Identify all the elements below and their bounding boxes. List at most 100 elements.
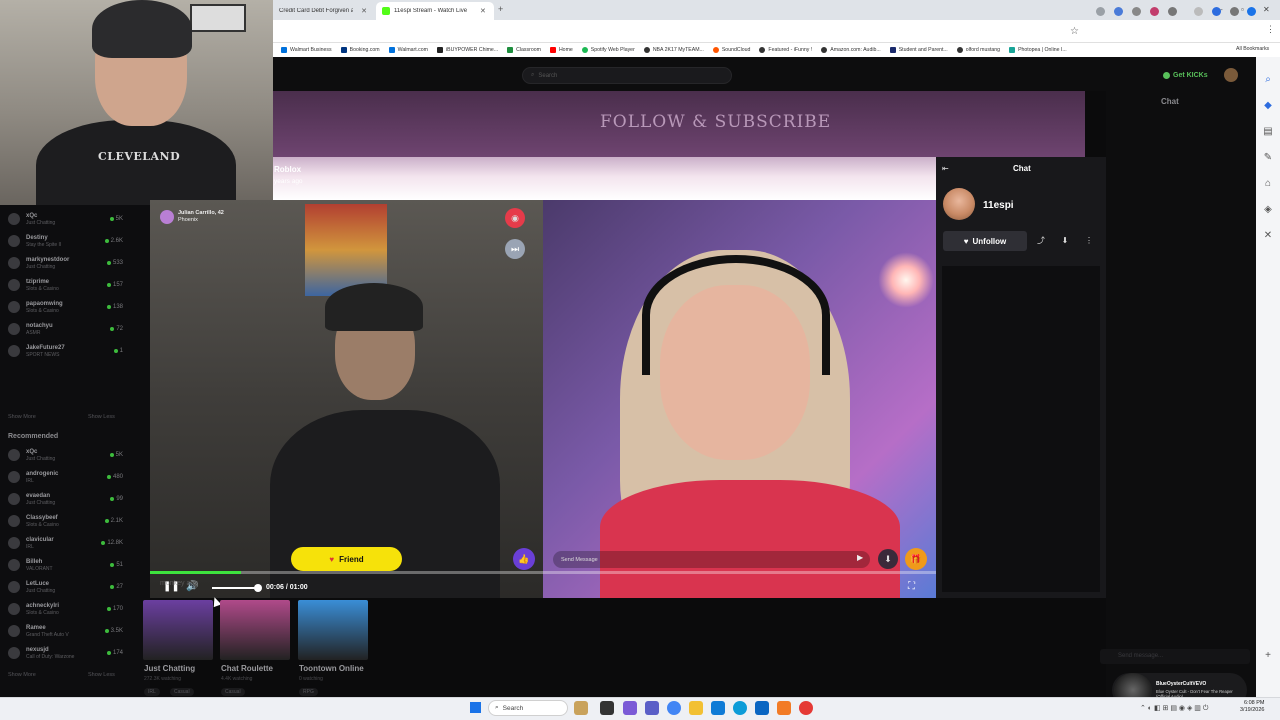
category-name[interactable]: Just Chatting [144, 664, 195, 673]
bookmark[interactable]: Featured - iFunny ! [759, 47, 812, 53]
chrome-icon[interactable] [667, 701, 681, 715]
extension-icon[interactable] [1132, 7, 1141, 16]
sidebar-channel[interactable]: xQc Just Chatting 5K [8, 444, 143, 466]
star-icon[interactable]: ☆ [1070, 26, 1079, 37]
task-view-icon[interactable] [600, 701, 614, 715]
sidebar-channel[interactable]: JakeFuture27 SPORT NEWS 1 [8, 340, 143, 362]
sidebar-toggle-icon[interactable] [1212, 7, 1221, 16]
thumbs-up-icon[interactable]: 👍 [513, 548, 535, 570]
clock[interactable]: 6:08 PM 3/19/2026 [1240, 700, 1264, 714]
sidebar-channel[interactable]: achneckylri Slots & Casino 170 [8, 598, 143, 620]
sidebar-channel[interactable]: evaedan Just Chatting 99 [8, 488, 143, 510]
app-icon[interactable] [799, 701, 813, 715]
sidebar-channel[interactable]: papaomwing Slots & Casino 138 [8, 296, 143, 318]
category-card[interactable] [298, 600, 368, 660]
extension-icon[interactable] [1150, 7, 1159, 16]
gift-alt-icon[interactable]: ⬇ [878, 549, 898, 569]
avatar[interactable] [1224, 68, 1238, 82]
category-name[interactable]: Chat Roulette [221, 664, 273, 673]
progress-bar[interactable] [150, 571, 936, 574]
menu-kebab-icon[interactable]: ⋮ [1266, 24, 1275, 35]
sidebar-channel[interactable]: androgenic IRL 480 [8, 466, 143, 488]
widgets-icon[interactable] [574, 701, 588, 715]
share-icon[interactable]: ⤴ [1033, 233, 1049, 249]
bookmark[interactable]: Spotify Web Player [581, 47, 635, 53]
extension-icon[interactable] [1194, 7, 1203, 16]
avatar[interactable] [943, 188, 975, 220]
bookmark[interactable]: iBUYPOWER Chime... [436, 47, 498, 53]
search-icon[interactable]: ⌕ [1262, 74, 1274, 86]
bookmark[interactable]: Photopea | Online I... [1009, 47, 1067, 53]
add-icon[interactable]: + [1262, 650, 1274, 662]
sidebar-channel[interactable]: xQc Just Chatting 5K [8, 208, 143, 230]
volume-slider[interactable] [212, 587, 258, 589]
close-icon[interactable]: ✕ [361, 7, 367, 15]
more-options-icon[interactable]: ⋮ [1081, 233, 1097, 249]
puzzle-icon[interactable] [1168, 7, 1177, 16]
extension-icon[interactable] [1096, 7, 1105, 16]
gift-icon[interactable]: 🎁 [905, 548, 927, 570]
send-icon[interactable]: ▶ [857, 553, 863, 562]
sidebar-channel[interactable]: notachyu ASMR 72 [8, 318, 143, 340]
sidebar-channel[interactable]: tziprime Slots & Casino 157 [8, 274, 143, 296]
windows-start-icon[interactable] [470, 702, 481, 713]
edge-icon[interactable] [733, 701, 747, 715]
tools-icon[interactable]: ✕ [1262, 230, 1274, 242]
bookmark[interactable]: Classroom [507, 47, 541, 53]
extension-icon[interactable] [1114, 7, 1123, 16]
bookmark[interactable]: NBA 2K17 MyTEAM... [643, 47, 704, 53]
background-send-input[interactable]: Send message... [1100, 649, 1250, 664]
window-close-icon[interactable]: ✕ [1263, 5, 1270, 14]
show-more-link[interactable]: Show More [8, 414, 36, 420]
category-tag[interactable]: Casual [170, 688, 194, 696]
category-tag[interactable]: Casual [221, 688, 245, 696]
sidebar-channel[interactable]: Ramee Grand Theft Auto V 3.5K [8, 620, 143, 642]
volume-knob[interactable] [254, 584, 262, 592]
sidebar-channel[interactable]: Billeh VALORANT 51 [8, 554, 143, 576]
tag-icon[interactable]: ⌂ [1262, 178, 1274, 190]
bookmark[interactable]: olford mustang [956, 47, 1000, 53]
taskbar-search[interactable]: ⌕ Search [488, 700, 568, 716]
sidebar-channel[interactable]: clavicular IRL 12.8K [8, 532, 143, 554]
friend-button[interactable]: ♥ Friend [291, 547, 402, 571]
profile-icon[interactable] [1230, 7, 1239, 16]
shield-icon[interactable] [1247, 7, 1256, 16]
app-icon[interactable] [623, 701, 637, 715]
get-kicks-button[interactable]: Get KICKs [1163, 68, 1219, 82]
file-explorer-icon[interactable] [689, 701, 703, 715]
unfollow-button[interactable]: ♥ Unfollow [943, 231, 1027, 251]
bookmark[interactable]: Home [549, 47, 573, 53]
show-less-link[interactable]: Show Less [88, 672, 115, 678]
browser-tab-active[interactable]: 11espi Stream - Watch Live ✕ [376, 2, 494, 20]
browser-tab[interactable]: Credit Card Debt Forgiven at 2... ✕ [273, 2, 373, 20]
new-tab-icon[interactable]: + [498, 4, 503, 14]
download-icon[interactable]: ⬇ [1057, 233, 1073, 249]
bookmark[interactable]: Student and Parent... [889, 47, 948, 53]
category-name[interactable]: Toontown Online [299, 664, 364, 673]
search-input[interactable]: ⌕ Search [522, 67, 732, 84]
bookmark[interactable]: Walmart Business [281, 47, 332, 53]
app-icon[interactable] [711, 701, 725, 715]
category-tag[interactable]: IRL [144, 688, 160, 696]
office-icon[interactable]: ▤ [1262, 126, 1274, 138]
maximize-icon[interactable]: ▫ [1241, 5, 1244, 14]
message-input[interactable]: Send Message [553, 551, 870, 568]
app-icon[interactable] [777, 701, 791, 715]
bookmark[interactable]: Amazon.com: Audib... [821, 47, 881, 53]
sidebar-channel[interactable]: markynestdoor Just Chatting 533 [8, 252, 143, 274]
fullscreen-icon[interactable]: ⛶ [908, 581, 915, 592]
skip-icon[interactable]: ⏭ [505, 239, 525, 259]
close-icon[interactable]: ✕ [480, 7, 486, 15]
channel-username[interactable]: 11espi [983, 200, 1014, 211]
sidebar-channel[interactable]: nexusjd Call of Duty: Warzone 174 [8, 642, 143, 664]
show-less-link[interactable]: Show Less [88, 414, 115, 420]
system-tray-icons[interactable]: ⌃ ◐ ◧ ⊞ ▤ ◉ ◈ ▥ ⏻ [1140, 704, 1230, 714]
report-icon[interactable]: ◉ [505, 208, 525, 228]
bookmark[interactable]: Booking.com [340, 47, 380, 53]
category-tag[interactable]: RPG [299, 688, 318, 696]
category-card[interactable] [220, 600, 290, 660]
show-more-link[interactable]: Show More [8, 672, 36, 678]
category-card[interactable] [143, 600, 213, 660]
stream-game[interactable]: Roblox [274, 165, 301, 174]
copilot-icon[interactable]: ◆ [1262, 100, 1274, 112]
